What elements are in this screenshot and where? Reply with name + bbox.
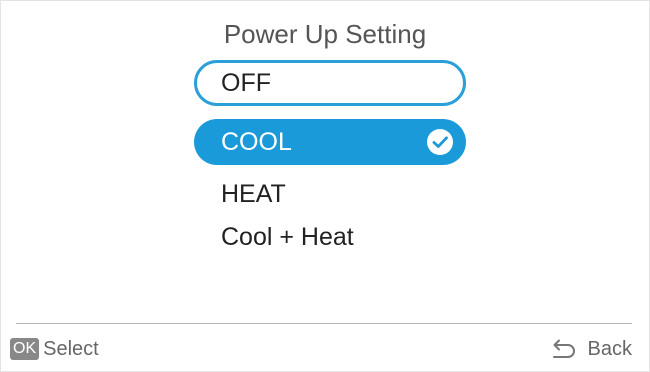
back-label: Back <box>587 337 632 360</box>
footer-divider <box>16 323 632 324</box>
back-arrow-icon <box>552 339 575 358</box>
option-label: COOL <box>221 128 292 156</box>
option-off[interactable]: OFF <box>194 60 466 106</box>
select-label: Select <box>43 337 99 360</box>
option-label: Cool + Heat <box>221 223 354 251</box>
option-label: OFF <box>221 69 271 97</box>
option-label: HEAT <box>221 180 286 208</box>
page-title: Power Up Setting <box>223 19 427 49</box>
option-cool[interactable]: COOL <box>194 119 466 165</box>
checkmark-circle-icon <box>427 129 453 155</box>
ok-select-hint: OK Select <box>10 336 99 362</box>
option-cool-heat[interactable]: Cool + Heat <box>194 214 466 260</box>
power-up-setting-screen: Power Up Setting OFF COOL HEAT Cool + He… <box>0 0 650 372</box>
option-heat[interactable]: HEAT <box>194 171 466 217</box>
ok-key-icon: OK <box>10 338 40 360</box>
back-button[interactable]: Back <box>548 336 632 362</box>
